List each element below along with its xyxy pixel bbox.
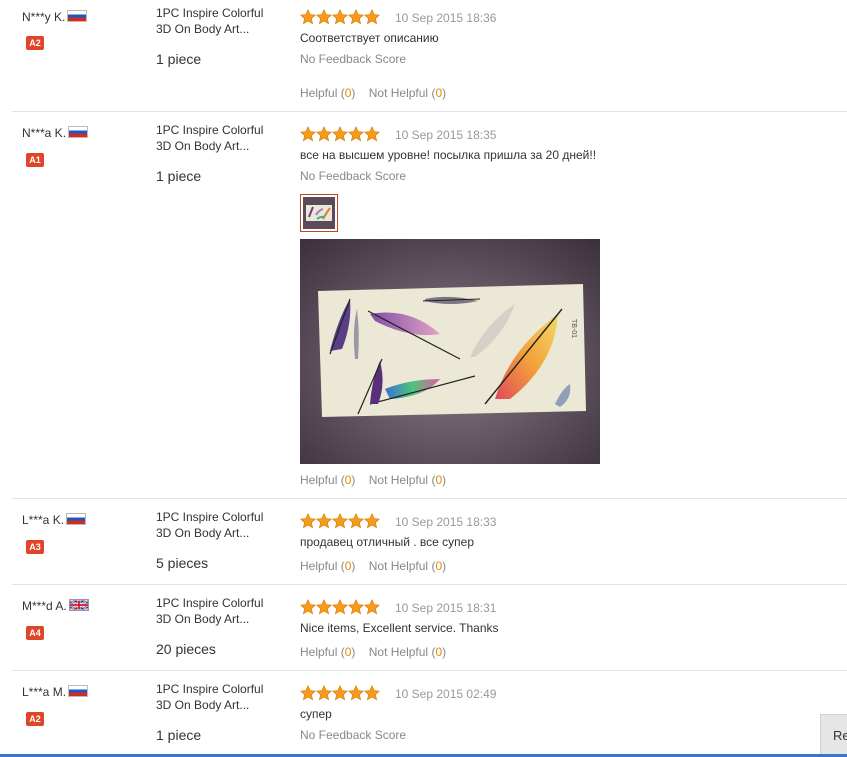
quantity: 1 piece	[156, 51, 202, 67]
helpful-button[interactable]: Helpful (0)	[300, 473, 355, 487]
russia-flag-icon	[68, 685, 89, 697]
star-icon	[315, 126, 333, 142]
star-icon	[347, 599, 365, 615]
quantity: 1 piece	[156, 168, 202, 184]
star-icon	[300, 599, 317, 615]
review-item: L***a M. A2 1PC Inspire Colorful 3D On B…	[12, 671, 847, 754]
review-text: продавец отличный . все супер	[300, 535, 475, 549]
buyer-level-badge: A1	[26, 153, 44, 167]
star-icon	[363, 513, 380, 529]
not-helpful-button[interactable]: Not Helpful (0)	[369, 473, 446, 487]
star-icon	[300, 513, 317, 529]
star-icon	[315, 9, 333, 25]
buyer-name[interactable]: L***a M.	[22, 685, 89, 699]
buyer-level-badge: A3	[26, 540, 44, 554]
not-helpful-button[interactable]: Not Helpful (0)	[369, 645, 446, 659]
review-date: 10 Sep 2015 18:33	[395, 515, 497, 529]
star-icon	[300, 126, 317, 142]
feedback-score: No Feedback Score	[300, 169, 407, 183]
review-text: Nice items, Excellent service. Thanks	[300, 621, 499, 635]
review-date: 10 Sep 2015 18:31	[395, 601, 497, 615]
star-icon	[347, 9, 365, 25]
buyer-level-badge: A2	[26, 712, 44, 726]
review-date: 10 Sep 2015 18:35	[395, 128, 497, 142]
star-icon	[347, 513, 365, 529]
star-rating	[300, 513, 380, 529]
feedback-score: No Feedback Score	[300, 728, 407, 742]
svg-text:TB-01: TB-01	[570, 319, 577, 338]
product-name[interactable]: 1PC Inspire Colorful 3D On Body Art...	[156, 122, 281, 154]
star-icon	[331, 513, 349, 529]
russia-flag-icon	[66, 513, 87, 525]
not-helpful-button[interactable]: Not Helpful (0)	[369, 86, 446, 100]
product-name[interactable]: 1PC Inspire Colorful 3D On Body Art...	[156, 509, 281, 541]
review-date: 10 Sep 2015 18:36	[395, 11, 497, 25]
helpful-votes: Helpful (0) Not Helpful (0)	[300, 645, 456, 659]
product-name[interactable]: 1PC Inspire Colorful 3D On Body Art...	[156, 5, 281, 37]
quantity: 20 pieces	[156, 641, 216, 657]
review-date: 10 Sep 2015 02:49	[395, 687, 497, 701]
star-icon	[347, 126, 365, 142]
helpful-button[interactable]: Helpful (0)	[300, 559, 355, 573]
review-text: Соответствует описанию	[300, 31, 439, 45]
review-text: все на высшем уровне! посылка пришла за …	[300, 148, 597, 162]
review-item: L***a K. A3 1PC Inspire Colorful 3D On B…	[12, 499, 847, 585]
helpful-button[interactable]: Helpful (0)	[300, 86, 355, 100]
star-icon	[363, 599, 380, 615]
review-text: супер	[300, 707, 332, 721]
product-name[interactable]: 1PC Inspire Colorful 3D On Body Art...	[156, 681, 281, 713]
buyer-level-badge: A2	[26, 36, 44, 50]
helpful-votes: Helpful (0) Not Helpful (0)	[300, 473, 456, 487]
star-icon	[300, 9, 317, 25]
review-item: N***y K. A2 1PC Inspire Colorful 3D On B…	[12, 0, 847, 112]
star-icon	[315, 513, 333, 529]
star-icon	[363, 9, 380, 25]
buyer-name[interactable]: M***d A.	[22, 599, 89, 613]
quantity: 1 piece	[156, 727, 202, 743]
buyer-name[interactable]: N***y K.	[22, 10, 88, 24]
star-rating	[300, 9, 380, 25]
uk-flag-icon	[68, 599, 89, 611]
russia-flag-icon	[68, 126, 89, 138]
star-icon	[331, 685, 349, 701]
helpful-votes: Helpful (0) Not Helpful (0)	[300, 559, 456, 573]
star-icon	[363, 685, 380, 701]
product-name[interactable]: 1PC Inspire Colorful 3D On Body Art...	[156, 595, 281, 627]
review-photo-thumbnail[interactable]	[300, 194, 338, 232]
star-icon	[331, 599, 349, 615]
review-photo[interactable]: TB-01	[300, 239, 600, 464]
star-icon	[331, 9, 349, 25]
buyer-name[interactable]: N***a K.	[22, 126, 89, 140]
star-icon	[315, 599, 333, 615]
russia-flag-icon	[67, 10, 88, 22]
not-helpful-button[interactable]: Not Helpful (0)	[369, 559, 446, 573]
star-icon	[347, 685, 365, 701]
buyer-name[interactable]: L***a K.	[22, 513, 87, 527]
star-rating	[300, 685, 380, 701]
star-rating	[300, 599, 380, 615]
star-icon	[331, 126, 349, 142]
side-tab-button[interactable]: Re	[820, 714, 847, 756]
star-rating	[300, 126, 380, 142]
star-icon	[315, 685, 333, 701]
helpful-votes: Helpful (0) Not Helpful (0)	[300, 86, 456, 100]
buyer-level-badge: A4	[26, 626, 44, 640]
review-item: M***d A. A4 1PC Inspire Colorful 3D On B…	[12, 585, 847, 671]
star-icon	[300, 685, 317, 701]
star-icon	[363, 126, 380, 142]
feedback-score: No Feedback Score	[300, 52, 407, 66]
quantity: 5 pieces	[156, 555, 209, 571]
helpful-button[interactable]: Helpful (0)	[300, 645, 355, 659]
